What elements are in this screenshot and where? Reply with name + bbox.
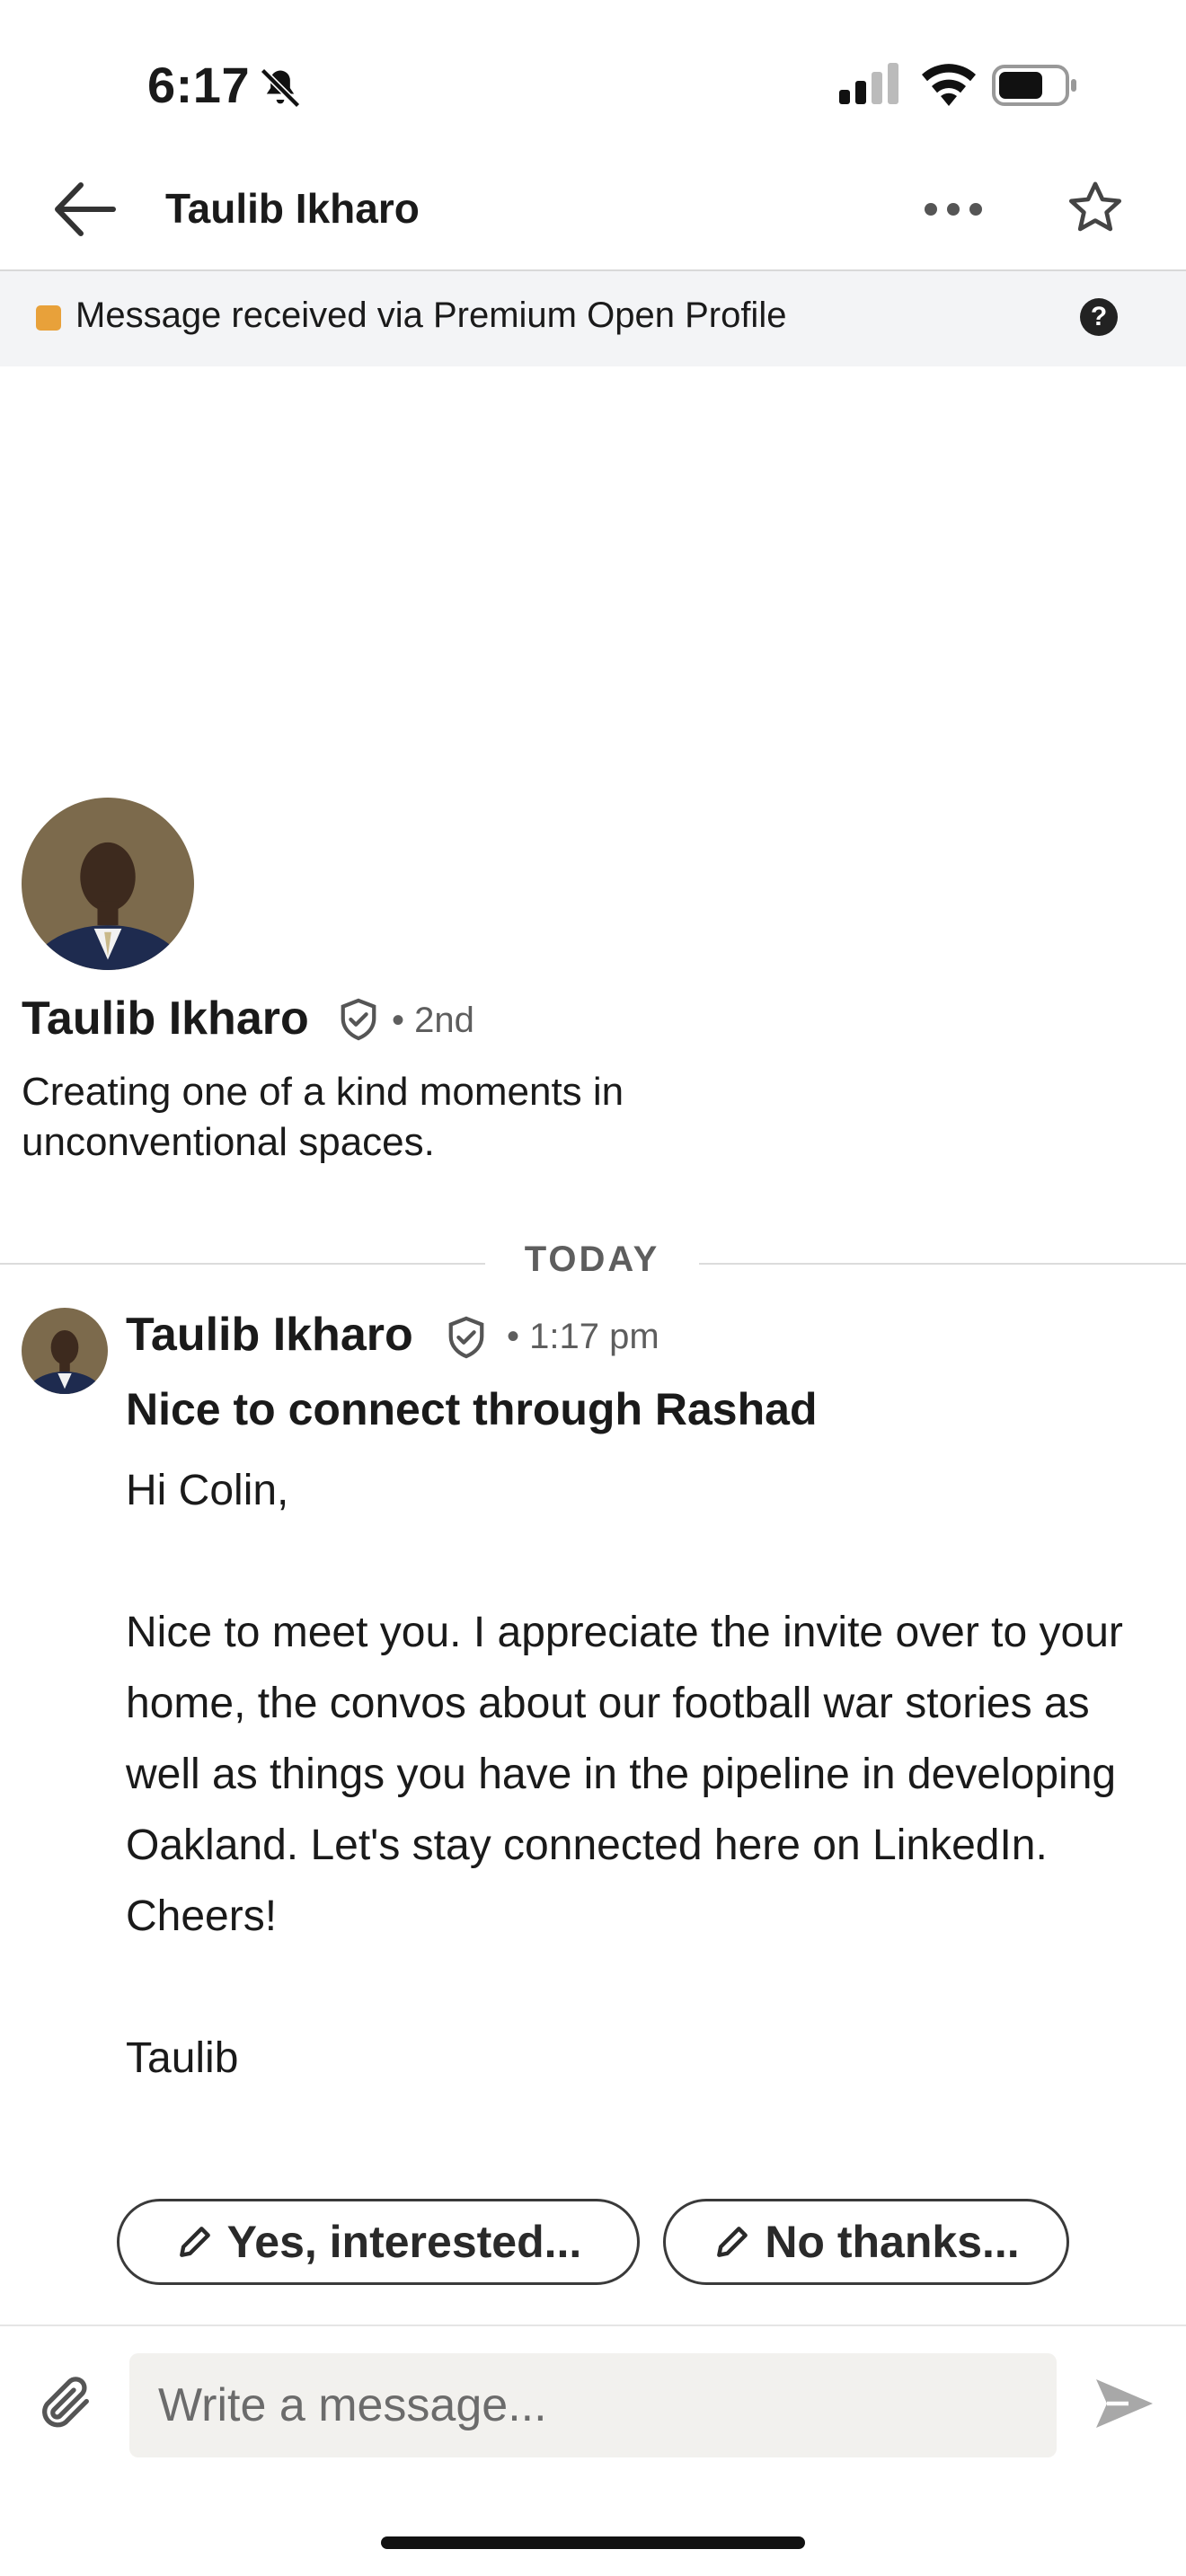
status-time: 6:17 <box>147 57 251 113</box>
date-divider-line <box>699 1263 1186 1265</box>
message-body: Hi Colin, Nice to meet you. I appreciate… <box>126 1467 1123 2082</box>
premium-badge-icon <box>36 305 61 331</box>
bell-muted-icon <box>260 67 301 109</box>
connection-degree: • 2nd <box>392 1001 474 1040</box>
date-divider-label: TODAY <box>524 1239 660 1279</box>
verified-shield-icon <box>448 1316 484 1359</box>
profile-name[interactable]: Taulib Ikharo <box>22 992 309 1045</box>
quick-reply-yes-label: Yes, interested... <box>226 2217 582 2267</box>
sender-avatar[interactable] <box>22 1308 108 1394</box>
quick-reply-no-label: No thanks... <box>765 2217 1020 2267</box>
pencil-icon <box>179 2227 210 2257</box>
paperclip-icon[interactable] <box>34 2371 97 2434</box>
star-icon[interactable] <box>1066 178 1125 237</box>
quick-reply-yes-button[interactable]: Yes, interested... <box>117 2199 640 2285</box>
message-subject: Nice to connect through Rashad <box>126 1384 818 1434</box>
more-options-icon[interactable] <box>922 187 985 232</box>
verified-shield-icon <box>341 998 376 1041</box>
message-input[interactable] <box>129 2353 1057 2457</box>
composer-divider <box>0 2325 1186 2326</box>
home-indicator[interactable] <box>381 2536 805 2549</box>
back-arrow-icon[interactable] <box>52 180 117 239</box>
profile-headline: Creating one of a kind moments in unconv… <box>22 1070 624 1164</box>
send-icon[interactable] <box>1091 2371 1155 2436</box>
message-sender-name[interactable]: Taulib Ikharo <box>126 1308 413 1362</box>
help-icon[interactable]: ? <box>1080 298 1118 336</box>
battery-icon <box>992 65 1076 106</box>
profile-avatar[interactable] <box>22 798 194 970</box>
wifi-icon <box>922 64 976 106</box>
quick-reply-no-button[interactable]: No thanks... <box>663 2199 1069 2285</box>
message-timestamp: • 1:17 pm <box>507 1317 659 1356</box>
conversation-title[interactable]: Taulib Ikharo <box>165 184 420 233</box>
banner-text: Message received via Premium Open Profil… <box>75 296 787 335</box>
cellular-signal-icon <box>839 63 898 104</box>
date-divider-line <box>0 1263 485 1265</box>
pencil-icon <box>717 2227 748 2257</box>
